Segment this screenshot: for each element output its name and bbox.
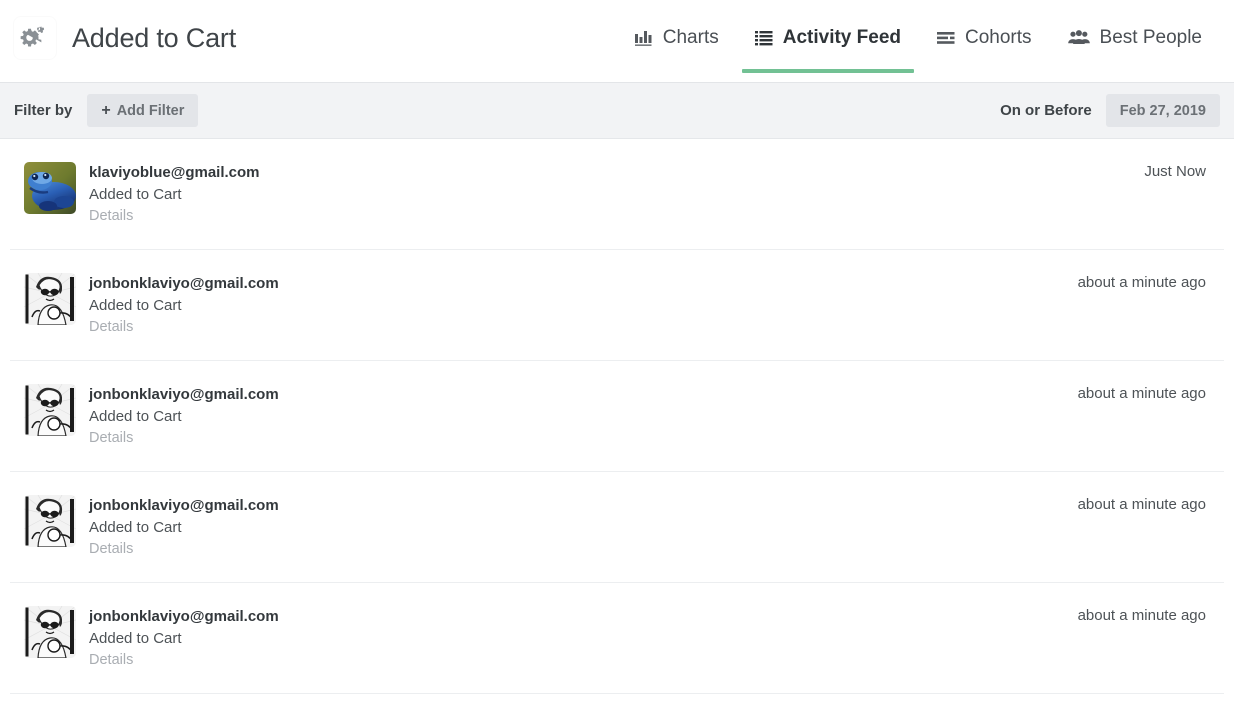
plus-icon: +	[101, 103, 110, 119]
header-title-group: Added to Cart	[0, 0, 236, 76]
table-row[interactable]: jonbonklaviyo@gmail.com Added to Cart De…	[10, 361, 1224, 472]
table-row[interactable]: jonbonklaviyo@gmail.com Added to Cart De…	[10, 472, 1224, 583]
add-filter-label: Add Filter	[117, 103, 185, 119]
main-nav: Charts Activity Feed	[617, 0, 1234, 83]
details-link[interactable]: Details	[89, 650, 279, 671]
date-picker-button[interactable]: Feb 27, 2019	[1106, 94, 1220, 127]
tab-charts[interactable]: Charts	[622, 0, 732, 76]
comic-woman-avatar	[24, 384, 76, 436]
bar-chart-icon	[635, 30, 653, 46]
profile-email[interactable]: jonbonklaviyo@gmail.com	[89, 385, 279, 405]
timestamp: Just Now	[1144, 162, 1206, 180]
profile-email[interactable]: jonbonklaviyo@gmail.com	[89, 607, 279, 627]
tab-best-people[interactable]: Best People	[1055, 0, 1215, 76]
activity-feed-list: klaviyoblue@gmail.com Added to Cart Deta…	[0, 139, 1234, 716]
row-content: jonbonklaviyo@gmail.com Added to Cart De…	[89, 384, 279, 449]
blue-frog-avatar	[24, 162, 76, 214]
page-title: Added to Cart	[72, 23, 236, 54]
table-row[interactable]: jonbonklaviyo@gmail.com Added to Cart De…	[10, 250, 1224, 361]
timestamp: about a minute ago	[1078, 273, 1206, 291]
profile-email[interactable]: jonbonklaviyo@gmail.com	[89, 274, 279, 294]
comic-woman-avatar	[24, 495, 76, 547]
timestamp: about a minute ago	[1078, 606, 1206, 624]
tab-activity-feed-label: Activity Feed	[783, 27, 901, 49]
users-icon	[1068, 30, 1090, 46]
event-name: Added to Cart	[89, 628, 279, 649]
filter-by-label: Filter by	[14, 102, 72, 119]
row-content: klaviyoblue@gmail.com Added to Cart Deta…	[89, 162, 260, 227]
tab-charts-label: Charts	[663, 27, 719, 49]
row-content: jonbonklaviyo@gmail.com Added to Cart De…	[89, 495, 279, 560]
filter-bar: Filter by + Add Filter On or Before Feb …	[0, 83, 1234, 139]
list-icon	[755, 30, 773, 46]
event-name: Added to Cart	[89, 184, 260, 205]
add-filter-button[interactable]: + Add Filter	[87, 94, 198, 127]
tab-best-people-label: Best People	[1100, 27, 1202, 49]
profile-email[interactable]: jonbonklaviyo@gmail.com	[89, 496, 279, 516]
row-content: jonbonklaviyo@gmail.com Added to Cart De…	[89, 273, 279, 338]
table-row[interactable]: klaviyogreen@gmail.com Added to Cart Det…	[10, 694, 1224, 716]
table-row[interactable]: jonbonklaviyo@gmail.com Added to Cart De…	[10, 583, 1224, 694]
details-link[interactable]: Details	[89, 428, 279, 449]
profile-email[interactable]: klaviyoblue@gmail.com	[89, 163, 260, 183]
event-name: Added to Cart	[89, 295, 279, 316]
tab-cohorts-label: Cohorts	[965, 27, 1032, 49]
date-filter-group: On or Before Feb 27, 2019	[1000, 94, 1220, 127]
page-header: Added to Cart Charts	[0, 0, 1234, 83]
timestamp: about a minute ago	[1078, 495, 1206, 513]
details-link[interactable]: Details	[89, 317, 279, 338]
event-name: Added to Cart	[89, 406, 279, 427]
details-link[interactable]: Details	[89, 206, 260, 227]
timestamp: about a minute ago	[1078, 384, 1206, 402]
date-condition-label: On or Before	[1000, 102, 1092, 119]
row-content: jonbonklaviyo@gmail.com Added to Cart De…	[89, 606, 279, 671]
comic-woman-avatar	[24, 606, 76, 658]
list-alt-icon	[937, 30, 955, 46]
gears-icon	[14, 17, 56, 59]
tab-cohorts[interactable]: Cohorts	[924, 0, 1045, 76]
tab-activity-feed[interactable]: Activity Feed	[742, 0, 914, 76]
comic-woman-avatar	[24, 273, 76, 325]
event-name: Added to Cart	[89, 517, 279, 538]
details-link[interactable]: Details	[89, 539, 279, 560]
table-row[interactable]: klaviyoblue@gmail.com Added to Cart Deta…	[10, 139, 1224, 250]
